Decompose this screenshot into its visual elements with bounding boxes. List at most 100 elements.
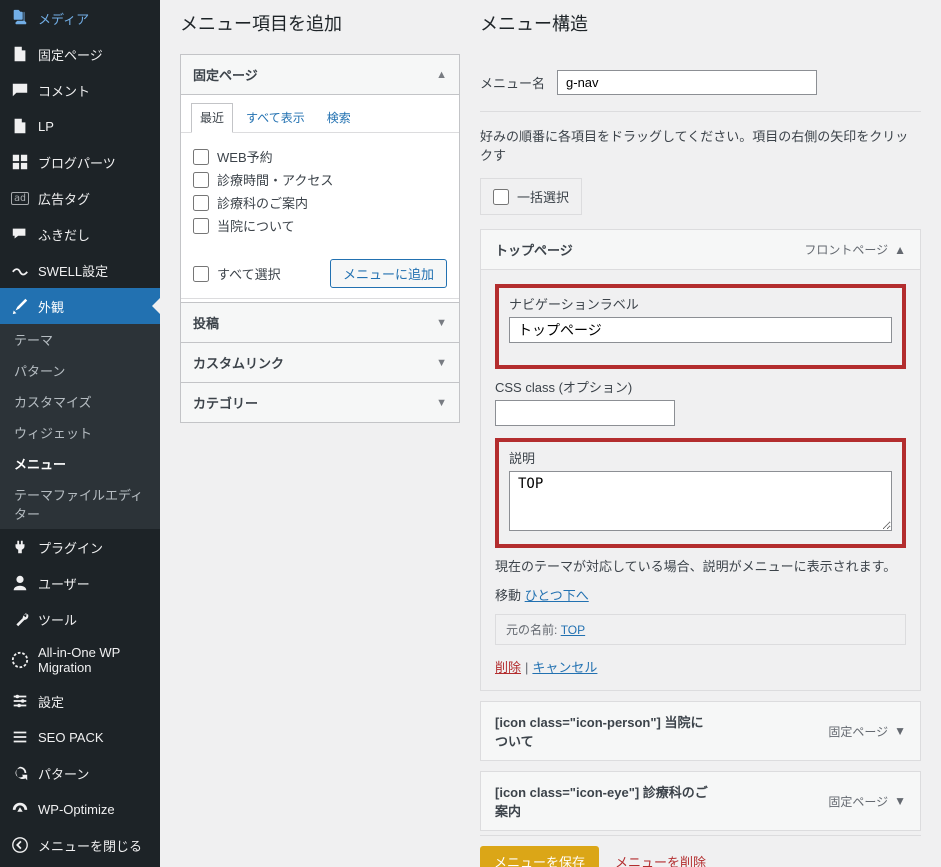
sidebar-item-label: ブログパーツ	[38, 153, 116, 172]
accordion-posts[interactable]: 投稿▼	[181, 303, 459, 343]
menu-item-dept-header[interactable]: [icon class="icon-eye"] 診療科のご案内 固定ページ▼	[480, 771, 921, 831]
menu-name-label: メニュー名	[480, 73, 545, 92]
sidebar-item-seopack[interactable]: SEO PACK	[0, 719, 160, 755]
description-label: 説明	[509, 448, 892, 467]
sidebar-item-comments[interactable]: コメント	[0, 72, 160, 108]
highlight-description: 説明	[495, 438, 906, 548]
delete-menu-link[interactable]: メニューを削除	[615, 852, 706, 867]
sidebar-item-label: 固定ページ	[38, 45, 103, 64]
menu-item-top-body: ナビゲーションラベル CSS class (オプション) 説明 現在のテーマが対…	[480, 269, 921, 691]
sidebar-item-label: SWELL設定	[38, 261, 108, 280]
tab-recent[interactable]: 最近	[191, 103, 233, 133]
list-icon	[10, 727, 30, 747]
accordion-pages[interactable]: 固定ページ▲	[181, 55, 459, 95]
sidebar-item-lp[interactable]: LP	[0, 108, 160, 144]
move-down-link[interactable]: ひとつ下へ	[525, 588, 589, 603]
sidebar-item-label: メニューを閉じる	[38, 836, 142, 855]
sidebar-sub-item[interactable]: テーマ	[0, 324, 160, 355]
sidebar-sub-item[interactable]: メニュー	[0, 448, 160, 479]
sidebar-item-aio[interactable]: All-in-One WP Migration	[0, 637, 160, 683]
sidebar-item-wpopt[interactable]: WP-Optimize	[0, 791, 160, 827]
media-icon	[10, 8, 30, 28]
page-checkbox-row[interactable]: 当院について	[193, 214, 447, 237]
menu-name-input[interactable]	[557, 70, 817, 95]
sidebar-item-blogparts[interactable]: ブログパーツ	[0, 144, 160, 180]
sidebar-item-media[interactable]: メディア	[0, 0, 160, 36]
sidebar-item-users[interactable]: ユーザー	[0, 565, 160, 601]
select-all[interactable]: すべて選択	[193, 262, 281, 285]
bulk-select[interactable]: 一括選択	[480, 178, 582, 215]
sidebar-item-label: ふきだし	[38, 225, 90, 244]
sidebar-item-label: 設定	[38, 692, 64, 711]
sidebar-item-pages[interactable]: 固定ページ	[0, 36, 160, 72]
menu-item-top-header[interactable]: トップページ フロントページ▲	[480, 229, 921, 269]
description-input[interactable]	[509, 471, 892, 531]
save-menu-button[interactable]: メニューを保存	[480, 846, 599, 867]
add-items-heading: メニュー項目を追加	[180, 10, 460, 36]
sidebar-sub-item[interactable]: パターン	[0, 355, 160, 386]
ad-icon: ad	[10, 188, 30, 208]
tab-search[interactable]: 検索	[318, 103, 360, 132]
sidebar-item-label: All-in-One WP Migration	[38, 645, 150, 675]
highlight-nav-label: ナビゲーションラベル	[495, 284, 906, 369]
add-to-menu-button[interactable]: メニューに追加	[330, 259, 447, 288]
speech-icon	[10, 224, 30, 244]
user-icon	[10, 573, 30, 593]
chevron-up-icon: ▲	[894, 243, 906, 257]
sidebar-item-label: プラグイン	[38, 538, 103, 557]
admin-sidebar: メディア固定ページコメント LP ブログパーツ ad 広告タグふきだし SWELL設定外観…	[0, 0, 160, 867]
css-class-input[interactable]	[495, 400, 675, 426]
sidebar-item-tools[interactable]: ツール	[0, 601, 160, 637]
sidebar-item-label: 広告タグ	[38, 189, 90, 208]
chevron-up-icon: ▲	[436, 69, 447, 81]
sidebar-item-label: メディア	[38, 9, 89, 28]
sidebar-item-label: コメント	[38, 81, 90, 100]
sidebar-item-fukidashi[interactable]: ふきだし	[0, 216, 160, 252]
sidebar-item-appearance[interactable]: 外観	[0, 288, 160, 324]
nav-label-input[interactable]	[509, 317, 892, 343]
sidebar-item-label: パターン	[38, 764, 89, 783]
gauge-icon	[10, 799, 30, 819]
page-checkbox-row[interactable]: 診療科のご案内	[193, 191, 447, 214]
original-link[interactable]: TOP	[561, 623, 585, 637]
sidebar-item-plugins[interactable]: プラグイン	[0, 529, 160, 565]
sidebar-sub-item[interactable]: ウィジェット	[0, 417, 160, 448]
collapse-icon	[10, 835, 30, 855]
sidebar-item-swell[interactable]: SWELL設定	[0, 252, 160, 288]
structure-heading: メニュー構造	[480, 10, 921, 36]
sidebar-item-settings[interactable]: 設定	[0, 683, 160, 719]
theme-note: 現在のテーマが対応している場合、説明がメニューに表示されます。	[495, 556, 906, 575]
delete-item-link[interactable]: 削除	[495, 660, 521, 675]
sidebar-item-collapse[interactable]: メニューを閉じる	[0, 827, 160, 863]
original-label: 元の名前:	[506, 623, 557, 637]
accordion-category[interactable]: カテゴリー▼	[181, 383, 459, 422]
chevron-down-icon: ▼	[436, 317, 447, 329]
refresh-icon	[10, 763, 30, 783]
sidebar-sub-item[interactable]: テーマファイルエディター	[0, 479, 160, 529]
grid-icon	[10, 152, 30, 172]
move-label: 移動	[495, 588, 521, 603]
page-icon	[10, 116, 30, 136]
wrench-icon	[10, 609, 30, 629]
page-checkbox-row[interactable]: 診療時間・アクセス	[193, 168, 447, 191]
sidebar-item-pattern2[interactable]: パターン	[0, 755, 160, 791]
sidebar-item-label: LP	[38, 119, 54, 134]
accordion-custom-link[interactable]: カスタムリンク▼	[181, 343, 459, 383]
tab-all[interactable]: すべて表示	[237, 103, 314, 132]
page-icon	[10, 44, 30, 64]
menu-item-about-header[interactable]: [icon class="icon-person"] 当院について 固定ページ▼	[480, 701, 921, 761]
plug-icon	[10, 537, 30, 557]
sliders-icon	[10, 691, 30, 711]
chevron-down-icon: ▼	[436, 357, 447, 369]
sidebar-item-adtag[interactable]: ad 広告タグ	[0, 180, 160, 216]
cancel-item-link[interactable]: キャンセル	[532, 660, 597, 675]
comment-icon	[10, 80, 30, 100]
nav-label-label: ナビゲーションラベル	[509, 294, 892, 313]
sidebar-sub-item[interactable]: カスタマイズ	[0, 386, 160, 417]
sidebar-item-label: SEO PACK	[38, 730, 104, 745]
chevron-down-icon: ▼	[894, 724, 906, 738]
drag-hint: 好みの順番に各項目をドラッグしてください。項目の右側の矢印をクリックす	[480, 112, 921, 178]
brush-icon	[10, 296, 30, 316]
page-checkbox-row[interactable]: WEB予約	[193, 145, 447, 168]
chevron-down-icon: ▼	[436, 397, 447, 409]
